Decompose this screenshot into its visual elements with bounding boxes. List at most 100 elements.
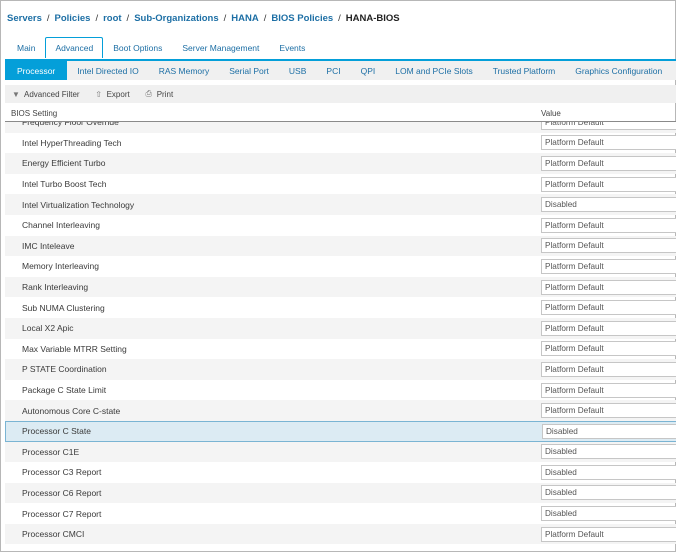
bios-setting-value-select[interactable]: Platform Default (541, 122, 676, 130)
bios-setting-value-select[interactable]: Platform Default (541, 341, 676, 357)
bios-setting-name: Intel Turbo Boost Tech (22, 179, 107, 190)
subtab-trusted-platform[interactable]: Trusted Platform (483, 61, 566, 80)
tab-server-management[interactable]: Server Management (172, 37, 269, 58)
bios-setting-value-select[interactable]: Platform Default (541, 382, 676, 398)
tab-advanced[interactable]: Advanced (45, 37, 104, 58)
subtab-processor[interactable]: Processor (5, 61, 68, 80)
breadcrumb-separator: / (263, 12, 267, 24)
table-row[interactable]: Autonomous Core C-state Platform Default (5, 400, 676, 421)
column-header-bios-setting[interactable]: BIOS Setting (11, 109, 57, 118)
bios-setting-name: Rank Interleaving (22, 282, 89, 293)
bios-setting-value-select[interactable]: Disabled (541, 485, 676, 501)
table-row[interactable]: Processor C6 Report Disabled (5, 482, 676, 504)
table-row[interactable]: Intel Virtualization Technology Disabled (5, 194, 676, 215)
bios-setting-name: Intel Virtualization Technology (22, 199, 135, 210)
advanced-subtabs: Processor Intel Directed IO RAS Memory Seri… (5, 59, 676, 80)
export-button[interactable]: ⇧ Export (94, 89, 130, 99)
subtab-graphics-configuration[interactable]: Graphics Configuration (565, 61, 672, 80)
table-row[interactable]: Channel Interleaving Platform Default (5, 215, 676, 236)
subtab-ras-memory[interactable]: RAS Memory (149, 61, 220, 80)
table-row[interactable]: Intel Turbo Boost Tech Platform Default (5, 174, 676, 195)
table-rows: Frequency Floor Override Platform Default… (5, 122, 676, 545)
bios-setting-name: Channel Interleaving (22, 220, 100, 231)
bios-setting-name: Energy Efficient Turbo (22, 158, 106, 169)
bios-settings-table[interactable]: Frequency Floor Override Platform Default… (5, 122, 676, 552)
advanced-filter-button[interactable]: ▼ Advanced Filter (11, 90, 80, 99)
bios-setting-value-select[interactable]: Platform Default (541, 361, 676, 377)
bios-setting-name: Autonomous Core C-state (22, 405, 121, 416)
bios-setting-name: Local X2 Apic (22, 323, 74, 334)
table-row[interactable]: Local X2 Apic Platform Default (5, 317, 676, 339)
print-icon: ⎙ (145, 89, 152, 98)
bios-setting-value-select[interactable]: Platform Default (541, 155, 676, 171)
table-row[interactable]: Frequency Floor Override Platform Default (5, 122, 676, 133)
breadcrumb-link[interactable]: root (103, 13, 121, 24)
bios-setting-value-select[interactable]: Platform Default (541, 258, 676, 274)
bios-setting-name: IMC Inteleave (22, 240, 75, 251)
bios-setting-name: Frequency Floor Override (22, 122, 119, 128)
advanced-filter-label: Advanced Filter (24, 89, 80, 99)
column-header-value[interactable]: Value (541, 109, 561, 118)
bios-setting-value-select[interactable]: Platform Default (541, 279, 676, 295)
breadcrumb-link[interactable]: Policies (55, 13, 91, 24)
subtab-lom-and-pcie-slots[interactable]: LOM and PCIe Slots (385, 61, 482, 80)
bios-setting-value-select[interactable]: Disabled (541, 506, 676, 522)
table-header: BIOS Setting Value (5, 106, 676, 122)
breadcrumb-link[interactable]: BIOS Policies (271, 13, 333, 24)
subtab-pci[interactable]: PCI (316, 61, 350, 80)
bios-setting-value-select[interactable]: Platform Default (541, 238, 676, 254)
table-row[interactable]: Intel HyperThreading Tech Platform Defaul… (5, 133, 676, 154)
bios-setting-name: Processor C3 Report (22, 467, 102, 478)
main-tabs: Main Advanced Boot Options Server Managemen… (7, 37, 315, 58)
table-row[interactable]: Max Variable MTRR Setting Platform Defaul… (5, 339, 676, 360)
breadcrumb-separator: / (46, 12, 50, 24)
table-row[interactable]: P STATE Coordination Platform Default (5, 359, 676, 380)
bios-setting-name: Package C State Limit (22, 385, 107, 396)
tab-main[interactable]: Main (7, 37, 45, 58)
bios-setting-value-select[interactable]: Platform Default (541, 135, 676, 151)
table-row[interactable]: Memory Interleaving Platform Default (5, 256, 676, 277)
breadcrumb: Servers / Policies / root / Sub-Organizations /… (7, 11, 400, 25)
bios-setting-name: Sub NUMA Clustering (22, 302, 105, 313)
tab-boot-options[interactable]: Boot Options (103, 37, 172, 58)
breadcrumb-link[interactable]: Servers (7, 13, 42, 24)
bios-setting-name: Max Variable MTRR Setting (22, 343, 127, 354)
breadcrumb-link[interactable]: HANA (231, 13, 258, 24)
bios-setting-name: P STATE Coordination (22, 364, 107, 375)
breadcrumb-separator: / (338, 12, 341, 24)
bios-setting-name: Processor CMCI (22, 529, 85, 540)
table-row[interactable]: Processor C1E Disabled (5, 441, 676, 463)
bios-setting-value-select[interactable]: Platform Default (541, 526, 676, 542)
table-row[interactable]: Processor C3 Report Disabled (5, 462, 676, 483)
table-row[interactable]: Rank Interleaving Platform Default (5, 276, 676, 298)
bios-setting-value-select[interactable]: Platform Default (541, 176, 676, 192)
bios-setting-value-select[interactable]: Platform Default (541, 403, 676, 419)
subtab-serial-port[interactable]: Serial Port (219, 61, 279, 80)
export-label: Export (106, 89, 130, 99)
bios-setting-name: Intel HyperThreading Tech (22, 137, 122, 148)
table-row[interactable]: IMC Inteleave Platform Default (5, 235, 676, 257)
tab-events[interactable]: Events (269, 37, 315, 58)
bios-setting-value-select[interactable]: Platform Default (541, 320, 676, 336)
subtab-usb[interactable]: USB (279, 61, 316, 80)
table-row[interactable]: Processor C State Disabled (5, 420, 676, 442)
table-row[interactable]: Processor C7 Report Disabled (5, 503, 676, 524)
bios-setting-value-select[interactable]: Platform Default (541, 217, 676, 233)
filter-icon: ▼ (12, 89, 20, 99)
table-row[interactable]: Sub NUMA Clustering Platform Default (5, 297, 676, 318)
table-row[interactable]: Energy Efficient Turbo Platform Default (5, 153, 676, 174)
subtab-intel-directed-io[interactable]: Intel Directed IO (67, 61, 148, 80)
breadcrumb-link[interactable]: Sub-Organizations (134, 13, 218, 24)
table-row[interactable]: Package C State Limit Platform Default (5, 380, 676, 401)
print-label: Print (156, 89, 174, 99)
subtab-qpi[interactable]: QPI (351, 61, 386, 80)
table-toolbar: ▼ Advanced Filter ⇧ Export ⎙ Print (5, 85, 676, 103)
breadcrumb-separator: / (95, 12, 99, 24)
bios-setting-value-select[interactable]: Disabled (541, 464, 676, 480)
bios-setting-value-select[interactable]: Disabled (541, 197, 676, 213)
bios-setting-value-select[interactable]: Disabled (542, 423, 676, 439)
table-row[interactable]: Processor CMCI Platform Default (5, 523, 676, 545)
bios-setting-value-select[interactable]: Disabled (541, 444, 676, 460)
print-button[interactable]: ⎙ Print (144, 89, 174, 99)
bios-setting-value-select[interactable]: Platform Default (541, 300, 676, 316)
